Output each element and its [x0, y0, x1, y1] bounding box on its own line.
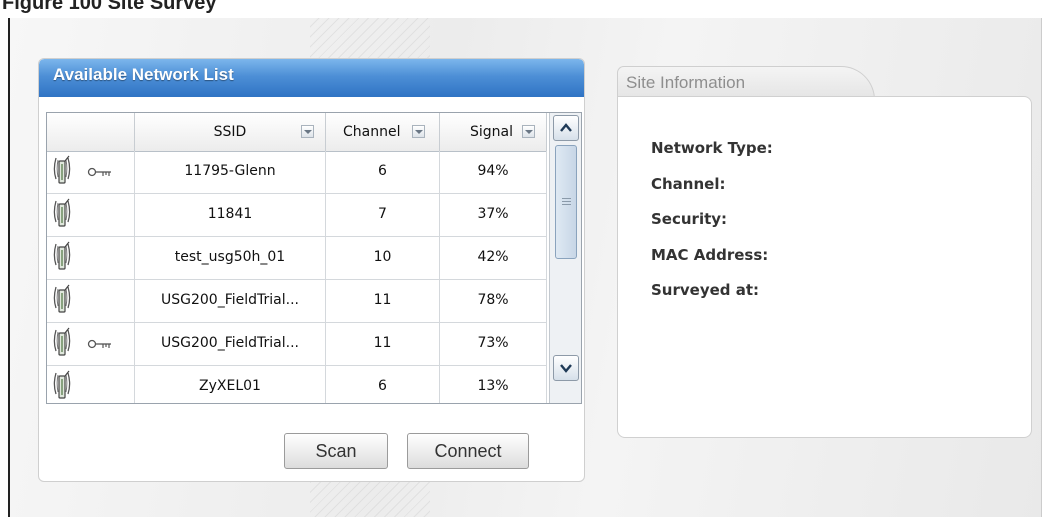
ssid-cell: USG200_FieldTrial...: [135, 280, 326, 322]
figure-title-text: Figure 100 Site Survey: [2, 0, 217, 14]
tab-site-information[interactable]: Site Information: [617, 66, 875, 100]
ssid-cell: USG200_FieldTrial...: [135, 323, 326, 365]
channel-cell: 6: [326, 366, 440, 403]
channel-cell: 7: [326, 194, 440, 236]
ssid-cell: 11841: [135, 194, 326, 236]
access-point-icon: [53, 198, 71, 227]
signal-sort-arrow-icon[interactable]: [522, 125, 535, 138]
column-header-icon: [47, 113, 135, 151]
column-header-channel-label: Channel: [343, 124, 401, 140]
signal-icon-cell: [47, 280, 135, 322]
column-header-ssid[interactable]: SSID: [135, 113, 326, 151]
column-header-signal[interactable]: Signal: [440, 113, 547, 151]
key-icon: [87, 339, 111, 349]
signal-icon-cell: [47, 194, 135, 236]
signal-icon-cell: [47, 151, 135, 193]
available-network-list-panel: Available Network List SSID Channel Sign…: [38, 58, 585, 482]
chevron-down-icon: [560, 364, 572, 373]
signal-cell: 42%: [440, 237, 547, 279]
mac-address-label: MAC Address:: [651, 246, 769, 264]
signal-cell: 78%: [440, 280, 547, 322]
ssid-cell: test_usg50h_01: [135, 237, 326, 279]
signal-cell: 13%: [440, 366, 547, 403]
channel-label: Channel:: [651, 175, 726, 193]
site-information-panel: Network Type: Channel: Security: MAC Add…: [617, 96, 1032, 438]
key-icon: [87, 167, 111, 177]
signal-icon-cell: [47, 237, 135, 279]
channel-sort-arrow-icon[interactable]: [412, 125, 425, 138]
scan-button[interactable]: Scan: [284, 433, 388, 469]
channel-cell: 11: [326, 323, 440, 365]
signal-cell: 37%: [440, 194, 547, 236]
table-row[interactable]: test_usg50h_01 10 42%: [47, 237, 547, 280]
channel-cell: 6: [326, 151, 440, 193]
column-header-ssid-label: SSID: [213, 124, 247, 140]
network-table: SSID Channel Signal 11795-Glenn 6 94% 11841…: [46, 112, 582, 404]
chevron-up-icon: [560, 123, 572, 132]
column-header-channel[interactable]: Channel: [326, 113, 440, 151]
channel-cell: 11: [326, 280, 440, 322]
ssid-sort-arrow-icon[interactable]: [301, 125, 314, 138]
access-point-icon: [53, 241, 71, 270]
signal-cell: 94%: [440, 151, 547, 193]
available-network-list-header: Available Network List: [39, 59, 584, 97]
vertical-scrollbar[interactable]: [549, 113, 581, 403]
table-row[interactable]: 11841 7 37%: [47, 194, 547, 237]
signal-cell: 73%: [440, 323, 547, 365]
table-row[interactable]: USG200_FieldTrial... 11 78%: [47, 280, 547, 323]
surveyed-at-label: Surveyed at:: [651, 281, 760, 299]
figure-title: Figure 100 Site Survey: [0, 0, 1044, 18]
signal-icon-cell: [47, 366, 135, 403]
scroll-thumb[interactable]: [555, 145, 577, 259]
access-point-icon: [53, 284, 71, 313]
ssid-cell: ZyXEL01: [135, 366, 326, 403]
signal-icon-cell: [47, 323, 135, 365]
scroll-down-button[interactable]: [553, 355, 579, 381]
table-row[interactable]: 11795-Glenn 6 94%: [47, 151, 547, 194]
table-body: 11795-Glenn 6 94% 11841 7 37% test_usg50h_01 10…: [47, 151, 547, 403]
table-row[interactable]: USG200_FieldTrial... 11 73%: [47, 323, 547, 366]
table-header: SSID Channel Signal: [47, 113, 547, 152]
ssid-cell: 11795-Glenn: [135, 151, 326, 193]
security-label: Security:: [651, 210, 728, 228]
table-row[interactable]: ZyXEL01 6 13%: [47, 366, 547, 403]
column-header-signal-label: Signal: [470, 124, 514, 140]
network-type-label: Network Type:: [651, 139, 773, 157]
scroll-up-button[interactable]: [553, 115, 579, 141]
channel-cell: 10: [326, 237, 440, 279]
access-point-icon: [53, 155, 71, 184]
access-point-icon: [53, 327, 71, 356]
available-network-list-title: Available Network List: [53, 65, 234, 84]
connect-button[interactable]: Connect: [407, 433, 529, 469]
access-point-icon: [53, 370, 71, 399]
site-information-tab-label: Site Information: [626, 73, 746, 92]
